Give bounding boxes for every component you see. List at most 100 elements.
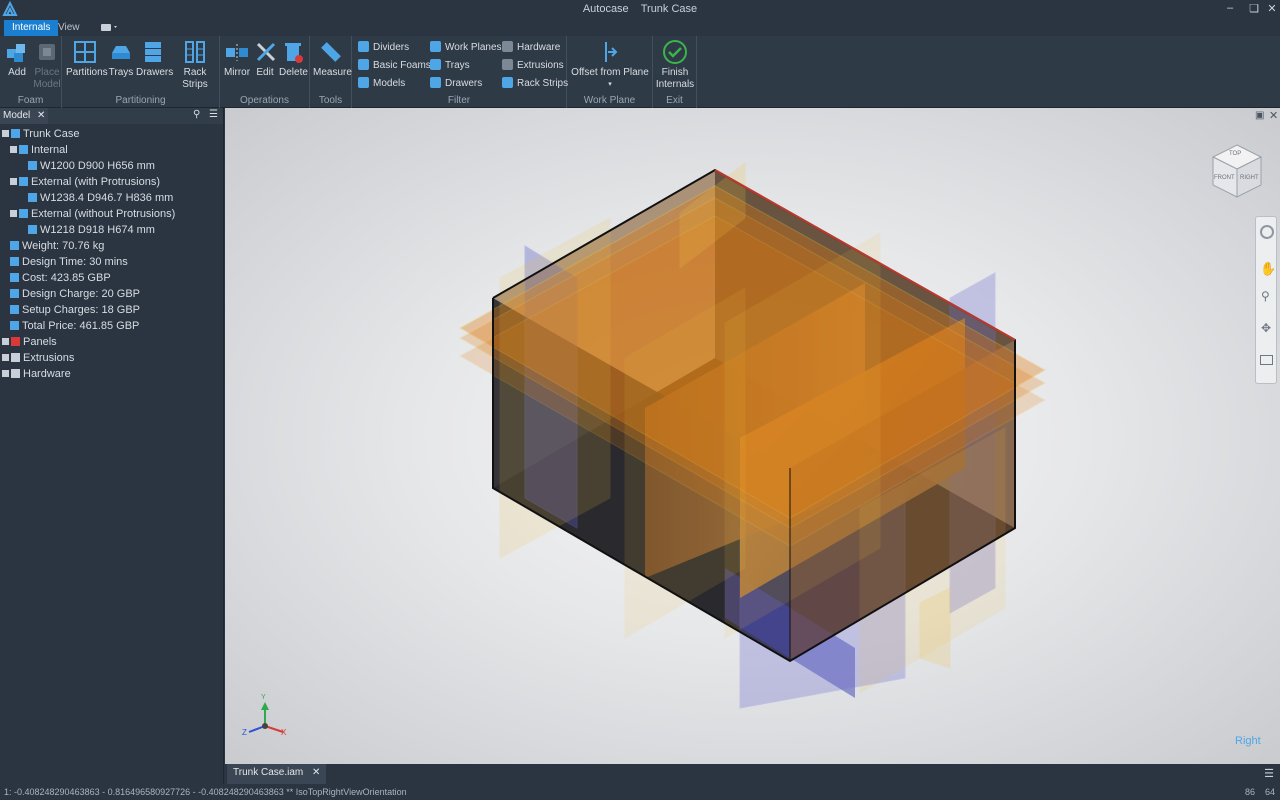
restore-view-icon[interactable]: ▣ [1255,110,1264,121]
trays-button[interactable]: Trays [107,39,135,79]
tree-node-icon [11,129,20,138]
filter-trays-label: Trays [445,60,470,71]
expand-toggle-icon[interactable] [2,130,9,137]
checkmark-icon [663,40,687,64]
tree-item[interactable]: Trunk Case [2,126,79,142]
filter-hardware[interactable]: Hardware [502,41,560,57]
viewcube-top-label[interactable]: TOP [1229,151,1241,157]
expand-toggle-icon[interactable] [10,210,17,217]
finish-internals-button[interactable]: Finish Internals [655,39,695,91]
tree-node-icon [19,177,28,186]
drawers-label: Drawers [136,67,174,78]
tab-view[interactable]: View [50,20,88,36]
minimize-button[interactable]: – [1220,2,1240,18]
expand-toggle-icon[interactable] [10,146,17,153]
pan-hand-icon[interactable]: ✋ [1260,261,1276,277]
tree-item[interactable]: Extrusions [2,350,74,366]
trunk-case-3d-model[interactable] [225,108,1280,764]
filter-work-planes[interactable]: Work Planes [430,41,502,57]
restore-button[interactable]: ❏ [1244,2,1264,18]
filter-dividers-label: Dividers [373,42,410,53]
expand-toggle-icon[interactable] [2,354,9,361]
filter-drawers[interactable]: Drawers [430,77,482,93]
orbit-icon[interactable]: ✥ [1261,321,1271,335]
tree-item-label: External (with Protrusions) [31,176,160,188]
expand-toggle-icon[interactable] [10,178,17,185]
partitions-button[interactable]: Partitions [66,39,108,79]
measure-button[interactable]: Measure [313,39,352,79]
filter-rack-strips[interactable]: Rack Strips [502,77,568,93]
tree-item[interactable]: Panels [2,334,57,350]
tree-item[interactable]: Design Charge: 20 GBP [10,286,140,302]
menu-icon[interactable]: ☰ [209,109,218,120]
filter-dividers[interactable]: Dividers [358,41,409,57]
edit-button[interactable]: Edit [253,39,277,79]
offset-label: Offset from Plane [571,67,649,78]
filter-trays[interactable]: Trays [430,59,470,75]
tree-node-icon [28,161,37,170]
filter-extrusions[interactable]: Extrusions [502,59,564,75]
view-cube[interactable]: TOP FRONT RIGHT [1207,141,1267,201]
tab-model[interactable]: Model ✕ [0,108,49,124]
place-model-button[interactable]: Place Model [32,39,62,91]
group-foam-label: Foam [17,95,44,106]
add-button[interactable]: Add [3,39,31,79]
tree-item[interactable]: W1200 D900 H656 mm [28,158,155,174]
tabs-menu-icon[interactable]: ☰ [1264,767,1274,780]
look-at-icon[interactable] [1260,355,1273,365]
status-bar: 1: -0.408248290463863 - 0.81649658092772… [0,784,1280,800]
camera-dropdown[interactable] [92,20,126,36]
tree-item[interactable]: Cost: 423.85 GBP [10,270,111,286]
expand-toggle-icon[interactable] [2,370,9,377]
viewcube-front-label[interactable]: FRONT [1214,175,1235,181]
measure-label: Measure [313,67,352,78]
filter-rack-strips-label: Rack Strips [517,78,569,89]
tree-item[interactable]: External (with Protrusions) [10,174,160,190]
steering-wheel-icon[interactable] [1260,225,1274,239]
close-button[interactable]: ✕ [1262,2,1280,18]
edit-label: Edit [256,67,274,78]
group-tools: Measure Tools [310,36,352,108]
tree-node-icon [10,257,19,266]
close-view-icon[interactable]: ✕ [1269,109,1278,122]
delete-button[interactable]: Delete [279,39,308,79]
finish-label: Finish Internals [655,67,695,90]
filter-models-label: Models [373,78,406,89]
chevron-down-icon: ▾ [608,81,612,88]
drawers-small-icon [430,77,441,88]
tree-node-icon [19,145,28,154]
tree-item[interactable]: Setup Charges: 18 GBP [10,302,140,318]
filter-models[interactable]: Models [358,77,405,93]
offset-from-plane-button[interactable]: Offset from Plane ▾ [571,39,649,91]
graphics-viewport[interactable]: TOP FRONT RIGHT ▣ ✕ ✋ ⚲ ✥ Y X Z Right [225,108,1280,764]
model-tab-label: Model [3,110,31,121]
axis-z-label: Z [242,728,247,737]
zoom-icon[interactable]: ⚲ [1261,289,1270,303]
tree-item-label: External (without Protrusions) [31,208,176,220]
tree-item[interactable]: Internal [10,142,68,158]
close-icon[interactable]: ✕ [37,110,45,121]
search-icon[interactable]: ⚲ [193,109,200,120]
tree-item[interactable]: Hardware [2,366,71,382]
tree-item[interactable]: W1218 D918 H674 mm [28,222,155,238]
tree-item-label: Internal [31,144,68,156]
mirror-icon [226,44,248,61]
tree-item[interactable]: Weight: 70.76 kg [10,238,104,254]
tree-node-icon [11,353,20,362]
tree-item-label: Cost: 423.85 GBP [22,272,111,284]
viewcube-right-label[interactable]: RIGHT [1240,175,1259,181]
close-tab-icon[interactable]: ✕ [312,767,320,778]
camera-icon [101,24,117,31]
drawers-button[interactable]: Drawers [136,39,174,79]
filter-basic-foams[interactable]: Basic Foams [358,59,431,75]
ribbon: Add Place Model Foam Partitions Trays Dr… [0,36,1280,108]
tree-item[interactable]: Design Time: 30 mins [10,254,128,270]
expand-toggle-icon[interactable] [2,338,9,345]
mirror-button[interactable]: Mirror [222,39,252,79]
tree-item[interactable]: External (without Protrusions) [10,206,175,222]
tab-trunk-case-iam[interactable]: Trunk Case.iam ✕ [227,764,327,784]
tree-item[interactable]: W1238.4 D946.7 H836 mm [28,190,173,206]
tree-item[interactable]: Total Price: 461.85 GBP [10,318,139,334]
rack-strips-button[interactable]: Rack Strips [172,39,218,91]
filter-extrusions-label: Extrusions [517,60,564,71]
